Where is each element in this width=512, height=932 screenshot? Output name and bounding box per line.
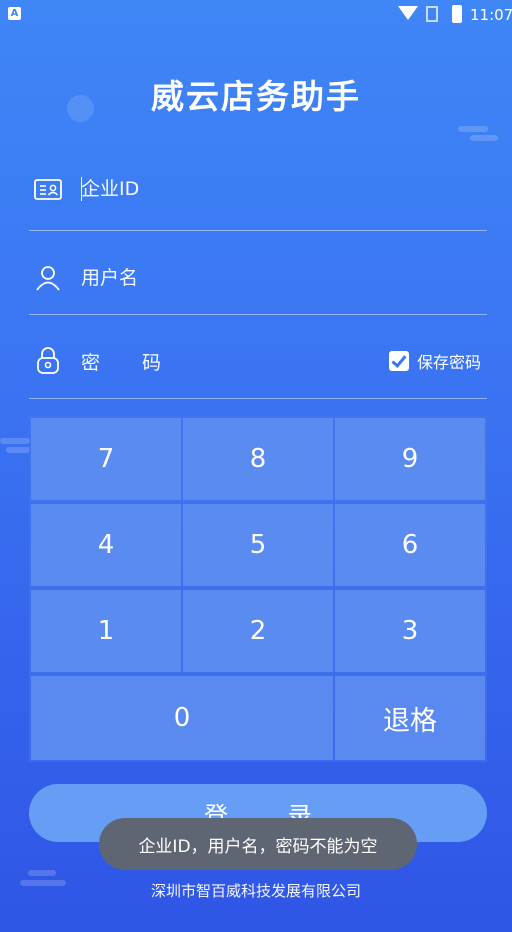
user-icon <box>36 266 60 291</box>
wifi-icon <box>398 6 418 20</box>
decorative-cloud-icon <box>458 126 498 142</box>
app-notification-icon: A <box>8 7 21 20</box>
key-3[interactable]: 3 <box>335 590 485 672</box>
key-6[interactable]: 6 <box>335 504 485 586</box>
key-9[interactable]: 9 <box>335 418 485 500</box>
password-input[interactable] <box>81 347 331 379</box>
battery-icon <box>452 5 462 23</box>
key-7[interactable]: 7 <box>31 418 181 500</box>
key-0[interactable]: 0 <box>31 676 333 760</box>
username-input[interactable] <box>81 262 381 294</box>
lock-icon <box>37 347 59 374</box>
key-5[interactable]: 5 <box>183 504 333 586</box>
no-sim-icon <box>426 6 438 22</box>
save-password-toggle[interactable]: 保存密码 <box>388 349 481 373</box>
key-8[interactable]: 8 <box>183 418 333 500</box>
save-password-label: 保存密码 <box>416 353 481 372</box>
username-field[interactable] <box>29 231 487 315</box>
key-4[interactable]: 4 <box>31 504 181 586</box>
status-time: 11:07 <box>470 6 512 24</box>
company-id-input[interactable] <box>81 173 381 205</box>
id-card-icon <box>34 179 62 200</box>
status-bar: A 11:07 <box>0 0 512 30</box>
company-id-field[interactable] <box>29 147 487 231</box>
backspace-key[interactable]: 退格 <box>335 676 485 760</box>
save-password-checkbox[interactable] <box>388 351 409 371</box>
app-title: 威云店务助手 <box>151 77 361 116</box>
footer-company-name: 深圳市智百威科技发展有限公司 <box>150 882 361 900</box>
key-2[interactable]: 2 <box>183 590 333 672</box>
toast-message: 企业ID，用户名，密码不能为空 <box>99 818 417 870</box>
key-1[interactable]: 1 <box>31 590 181 672</box>
numeric-keypad: 7 8 9 4 5 6 1 2 3 0 退格 <box>29 416 487 762</box>
password-field[interactable]: 保存密码 <box>29 315 487 399</box>
